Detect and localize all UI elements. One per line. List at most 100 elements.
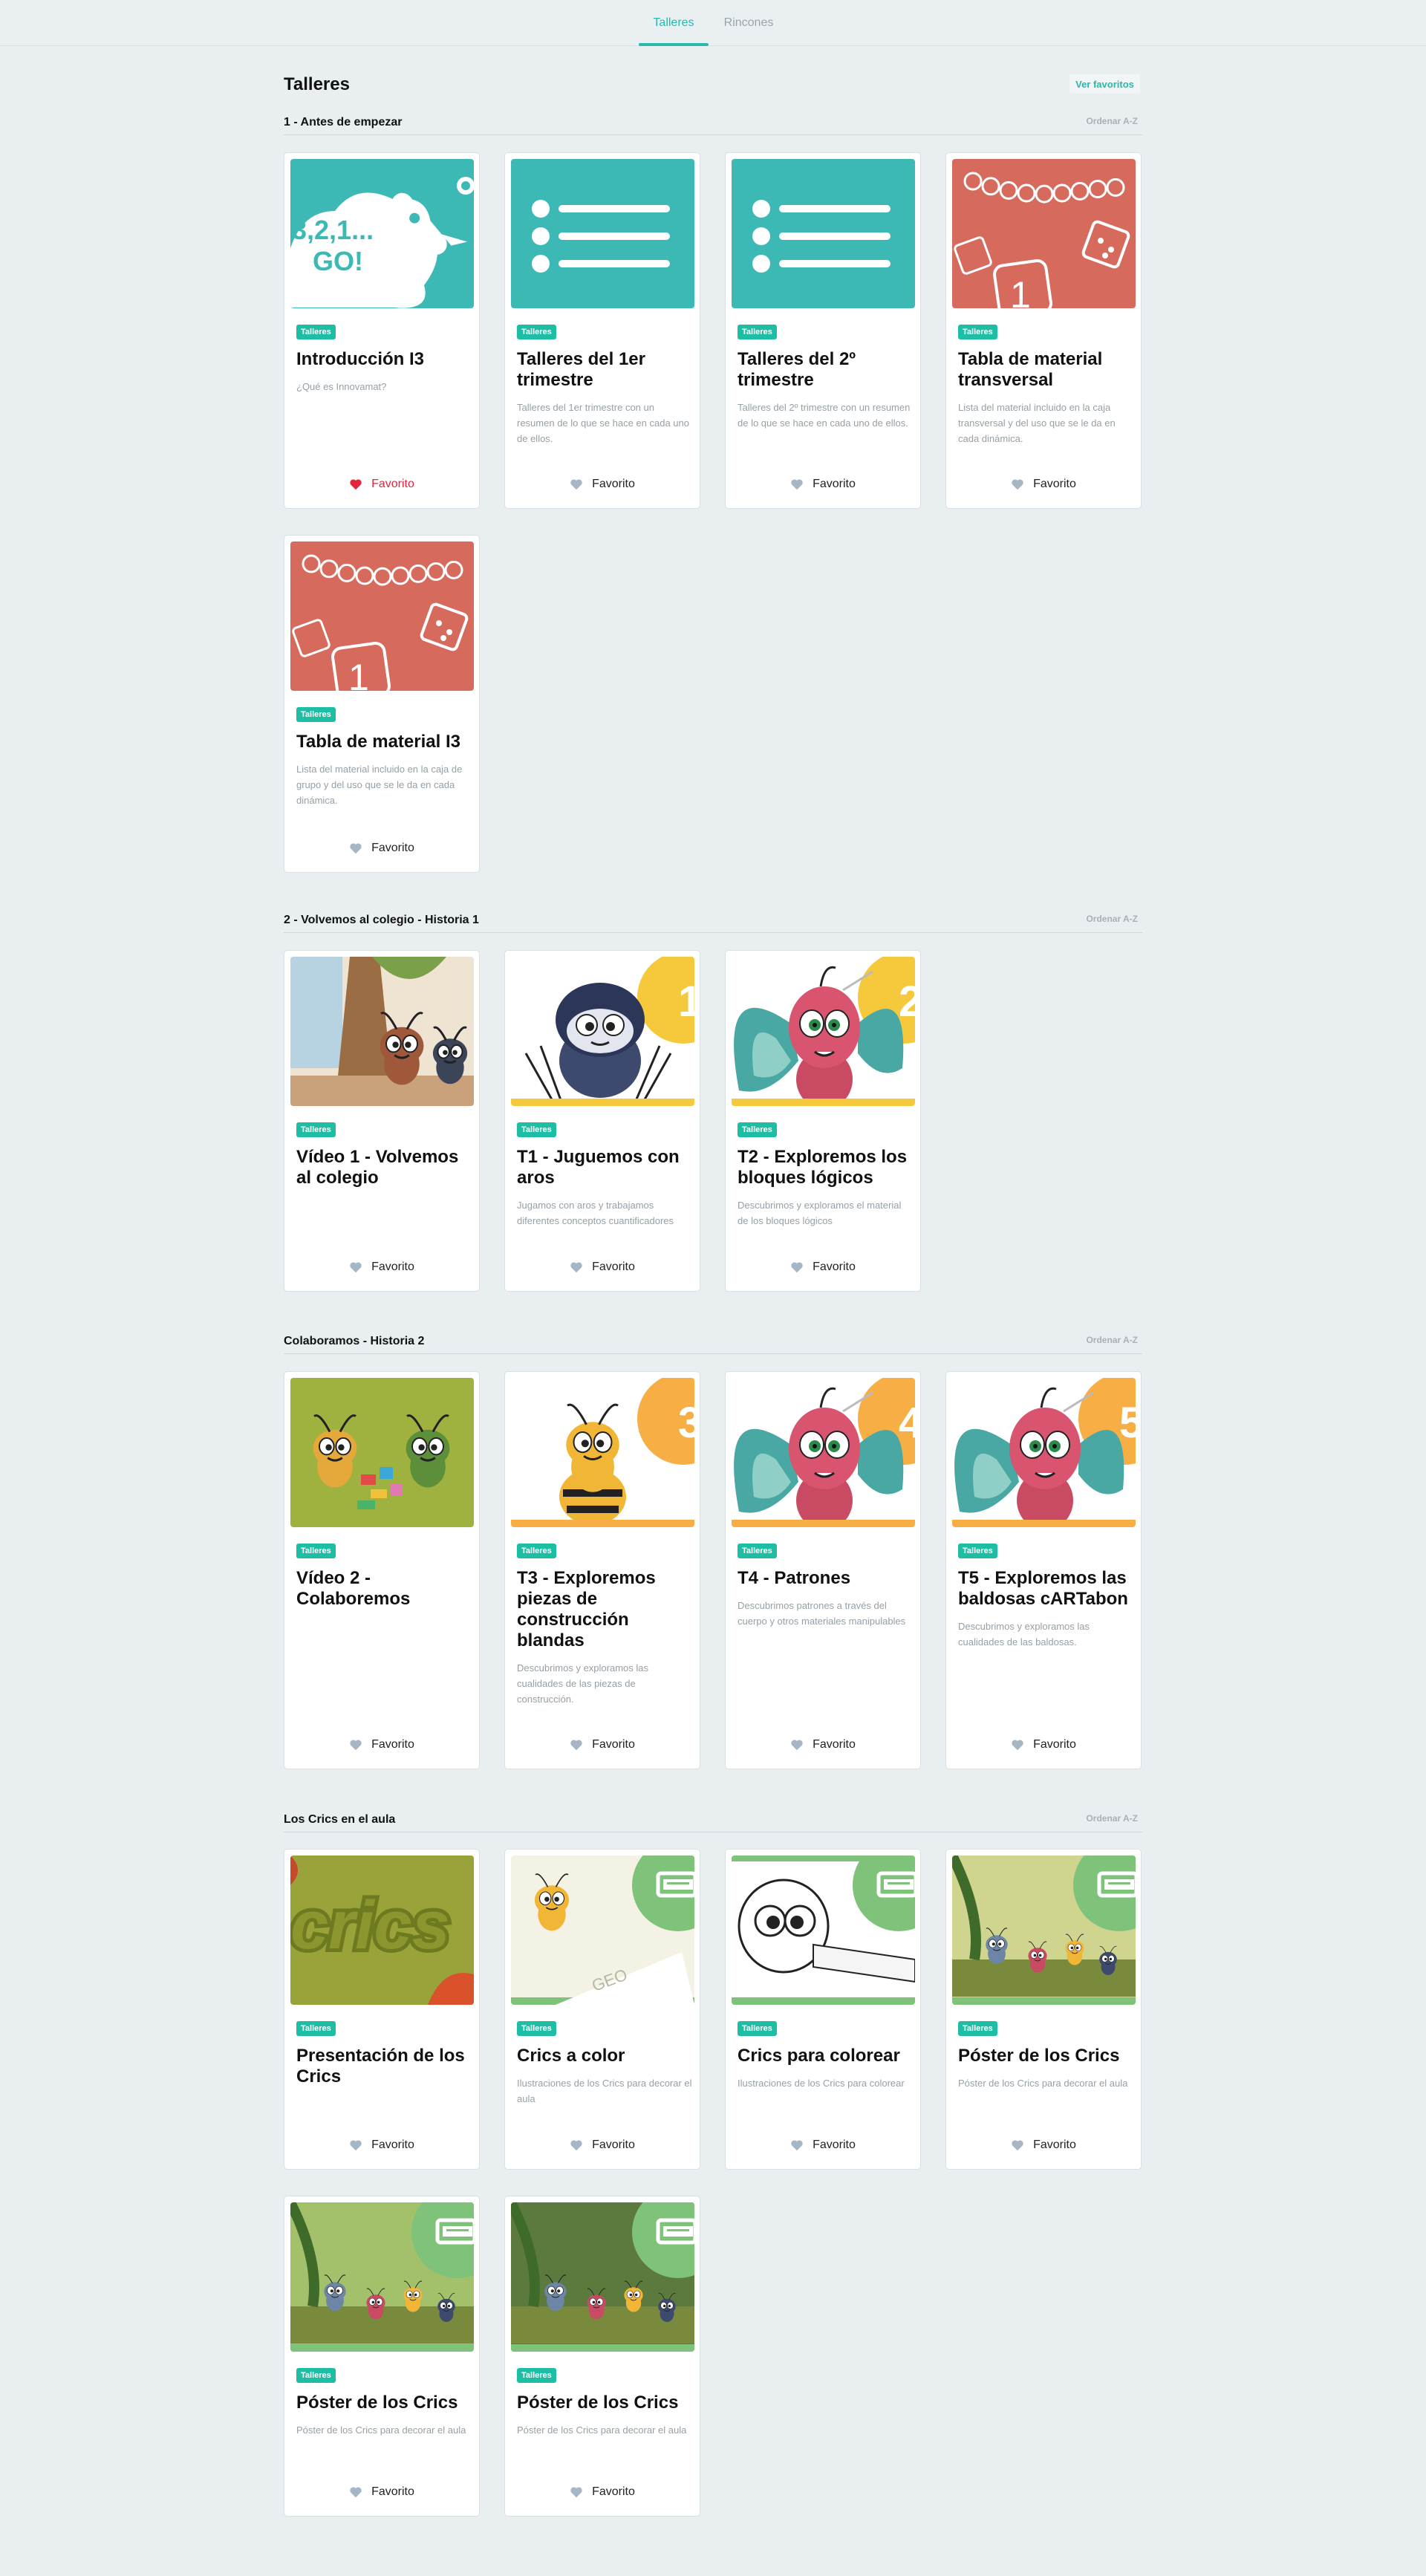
favorite-button[interactable]: Favorito: [284, 2138, 479, 2153]
category-badge: Talleres: [296, 1544, 336, 1558]
favorite-button[interactable]: Favorito: [505, 1260, 700, 1275]
svg-text:5: 5: [1119, 1399, 1136, 1447]
card-description: Descubrimos y exploramos el material de …: [738, 1200, 902, 1226]
card-thumbnail: 3,2,1... GO!: [290, 159, 474, 308]
favorite-button[interactable]: Favorito: [946, 2138, 1141, 2153]
resource-card[interactable]: Talleres Póster de los Crics Póster de los…: [504, 2196, 700, 2517]
favorite-button[interactable]: Favorito: [505, 2138, 700, 2153]
svg-text:1: 1: [1010, 274, 1031, 308]
resource-card[interactable]: 1 Talleres Tabla de material I3 Lista del …: [284, 535, 480, 873]
favorite-label: Favorito: [813, 478, 856, 490]
heart-icon: [790, 1739, 804, 1751]
category-badge: Talleres: [517, 1122, 556, 1137]
resource-card[interactable]: 2 Talleres T2 - Exploremos los bloques ló…: [725, 950, 921, 1292]
card-title: T3 - Exploremos piezas de construcción b…: [517, 1568, 656, 1650]
tab-talleres[interactable]: Talleres: [639, 0, 709, 46]
card-thumbnail: [732, 1855, 915, 2005]
card-title: Crics para colorear: [738, 2046, 900, 2066]
heart-icon: [790, 478, 804, 490]
resource-card[interactable]: 5 Talleres T5 - Exploremos las baldosas c…: [945, 1371, 1142, 1769]
card-thumbnail: [732, 159, 915, 308]
card-thumbnail: [511, 2202, 694, 2352]
card-title: Póster de los Crics: [517, 2393, 679, 2413]
card-thumbnail: [290, 957, 474, 1106]
card-description: Descubrimos y exploramos las cualidades …: [958, 1621, 1090, 1648]
favorite-button[interactable]: Favorito: [505, 477, 700, 492]
favorite-button[interactable]: Favorito: [284, 2485, 479, 2499]
card-title: Talleres del 2º trimestre: [738, 349, 856, 390]
favorite-button[interactable]: Favorito: [726, 1260, 920, 1275]
card-description: Descubrimos patrones a través del cuerpo…: [738, 1600, 906, 1627]
resource-card[interactable]: Talleres Crics para colorear Ilustraciones…: [725, 1849, 921, 2170]
heart-icon: [570, 2486, 583, 2498]
card-thumbnail: crics crics: [290, 1855, 474, 2005]
favorite-label: Favorito: [1033, 478, 1076, 490]
heart-icon: [570, 1261, 583, 1273]
favorite-button[interactable]: Favorito: [284, 1260, 479, 1275]
resource-card[interactable]: Talleres Póster de los Crics Póster de los…: [945, 1849, 1142, 2170]
tab-rincones[interactable]: Rincones: [713, 0, 784, 46]
favorite-button[interactable]: Favorito: [946, 1737, 1141, 1752]
section-title: 1 - Antes de empezar: [284, 116, 403, 129]
resource-card[interactable]: 1 Talleres Tabla de material transversal L…: [945, 152, 1142, 509]
sort-az-button[interactable]: Ordenar A-Z: [1086, 116, 1138, 126]
card-thumbnail: [290, 1378, 474, 1527]
card-description: Talleres del 1er trimestre con un resume…: [517, 402, 690, 444]
category-badge: Talleres: [517, 1544, 556, 1558]
favorite-label: Favorito: [592, 1261, 635, 1273]
favorite-button[interactable]: Favorito: [284, 1737, 479, 1752]
sort-az-button[interactable]: Ordenar A-Z: [1086, 1813, 1138, 1824]
resource-card[interactable]: Talleres Póster de los Crics Póster de los…: [284, 2196, 480, 2517]
heart-icon: [349, 2486, 362, 2498]
category-badge: Talleres: [958, 2021, 997, 2036]
sort-az-button[interactable]: Ordenar A-Z: [1086, 1335, 1138, 1345]
favorite-button[interactable]: Favorito: [284, 477, 479, 492]
category-badge: Talleres: [296, 707, 336, 722]
card-description: Ilustraciones de los Crics para colorear: [738, 2078, 905, 2089]
favorite-button[interactable]: Favorito: [726, 1737, 920, 1752]
resource-card[interactable]: 4 Talleres T4 - Patrones Descubrimos patro…: [725, 1371, 921, 1769]
resource-card[interactable]: Talleres Vídeo 1 - Volvemos al colegio Fav…: [284, 950, 480, 1292]
section-header: Los Crics en el aula Ordenar A-Z: [284, 1812, 1142, 1832]
favorite-button[interactable]: Favorito: [505, 1737, 700, 1752]
favorite-button[interactable]: Favorito: [505, 2485, 700, 2499]
view-favorites-link[interactable]: Ver favoritos: [1070, 74, 1140, 94]
favorite-label: Favorito: [592, 478, 635, 490]
card-description: Talleres del 2º trimestre con un resumen…: [738, 402, 911, 429]
heart-icon: [1011, 478, 1024, 490]
heart-icon: [349, 1261, 362, 1273]
resource-card[interactable]: 1 Talleres T1 - Juguemos con aros Jugamos …: [504, 950, 700, 1292]
card-thumbnail: 4: [732, 1378, 915, 1527]
card-title: Póster de los Crics: [958, 2046, 1120, 2066]
resource-card[interactable]: Talleres Talleres del 2º trimestre Tallere…: [725, 152, 921, 509]
card-description: ¿Qué es Innovamat?: [296, 381, 387, 392]
card-thumbnail: 2: [732, 957, 915, 1106]
favorite-button[interactable]: Favorito: [284, 841, 479, 856]
card-description: Póster de los Crics para decorar el aula: [296, 2424, 466, 2436]
favorite-button[interactable]: Favorito: [946, 477, 1141, 492]
card-description: Lista del material incluido en la caja d…: [296, 764, 463, 806]
card-thumbnail: 1: [290, 541, 474, 691]
section-header: Colaboramos - Historia 2 Ordenar A-Z: [284, 1333, 1142, 1354]
card-title: T2 - Exploremos los bloques lógicos: [738, 1147, 908, 1188]
section-title: 2 - Volvemos al colegio - Historia 1: [284, 914, 479, 926]
resource-card[interactable]: crics crics Talleres Presentación de los …: [284, 1849, 480, 2170]
category-badge: Talleres: [738, 2021, 777, 2036]
resource-card[interactable]: 3,2,1... GO! Talleres Introducción I3 ¿Qué…: [284, 152, 480, 509]
favorite-button[interactable]: Favorito: [726, 477, 920, 492]
resource-card[interactable]: Talleres Talleres del 1er trimestre Taller…: [504, 152, 700, 509]
sort-az-button[interactable]: Ordenar A-Z: [1086, 914, 1138, 924]
heart-icon: [1011, 2139, 1024, 2151]
category-badge: Talleres: [738, 1122, 777, 1137]
card-thumbnail: [511, 159, 694, 308]
resource-card[interactable]: 3 Talleres T3 - Exploremos piezas de cons…: [504, 1371, 700, 1769]
favorite-button[interactable]: Favorito: [726, 2138, 920, 2153]
card-title: Vídeo 1 - Volvemos al colegio: [296, 1147, 459, 1188]
favorite-label: Favorito: [813, 2138, 856, 2151]
resource-card[interactable]: GEO Talleres Crics a color Ilustraciones d…: [504, 1849, 700, 2170]
resource-card[interactable]: Talleres Vídeo 2 - Colaboremos Favorito: [284, 1371, 480, 1769]
favorite-label: Favorito: [592, 2138, 635, 2151]
section-title: Colaboramos - Historia 2: [284, 1335, 425, 1347]
heart-icon: [349, 842, 362, 854]
category-badge: Talleres: [517, 2021, 556, 2036]
